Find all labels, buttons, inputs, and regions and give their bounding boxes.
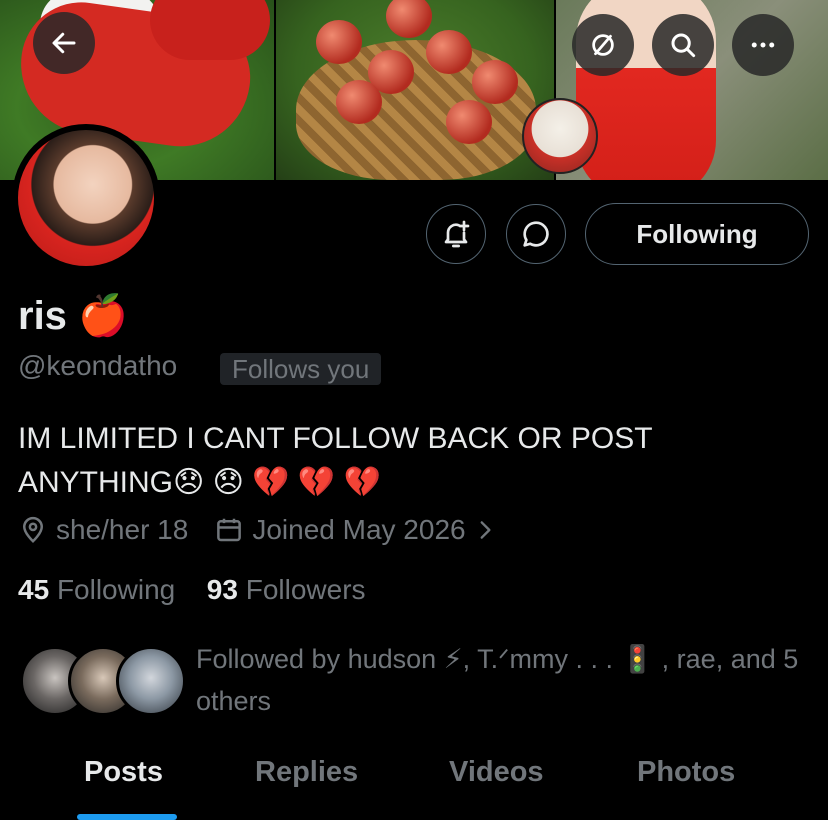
profile-tabs: Posts Replies Videos Photos (0, 740, 828, 820)
notify-button[interactable] (426, 204, 486, 264)
search-button[interactable] (652, 14, 714, 76)
banner-photo-apples (276, 0, 554, 180)
arrow-left-icon (52, 32, 76, 54)
avatar-image (18, 130, 154, 266)
more-horizontal-icon (751, 42, 775, 48)
chevron-right-icon[interactable] (472, 517, 498, 543)
banner-plush-sticker (522, 98, 598, 174)
display-name: ris 🍎 (18, 294, 128, 338)
hide-button[interactable] (572, 14, 634, 76)
following-button[interactable]: Following (585, 203, 809, 265)
search-icon (671, 33, 696, 58)
followed-by-text[interactable]: Followed by hudson ⚡, T.ᐟmmy . . . 🚦 , r… (196, 638, 816, 722)
username-handle: @keondatho (18, 350, 178, 381)
profile-bio: IM LIMITED I CANT FOLLOW BACK OR POST AN… (18, 422, 652, 499)
more-button[interactable] (732, 14, 794, 76)
tab-videos[interactable]: Videos (449, 756, 544, 789)
back-button[interactable] (33, 12, 95, 74)
message-button[interactable] (506, 204, 566, 264)
tab-posts[interactable]: Posts (84, 756, 163, 789)
message-bubble-icon (523, 221, 549, 247)
pronouns-text: she/her 18 (56, 514, 189, 545)
following-label: Following (56, 574, 176, 605)
tab-photos[interactable]: Photos (637, 756, 735, 789)
following-count-link[interactable]: 45 Following (18, 574, 175, 605)
followers-label: Followers (245, 574, 366, 605)
followers-count: 93 (206, 574, 238, 605)
following-count: 45 (18, 574, 50, 605)
joined-date[interactable]: Joined May 2026 (252, 514, 465, 546)
mutual-followers-avatars[interactable] (20, 646, 186, 716)
followers-count-link[interactable]: 93 Followers (207, 574, 366, 605)
location-pin-icon (22, 516, 44, 543)
follow-counts: 45 Following 93 Followers (18, 574, 366, 606)
follows-you-badge: Follows you (220, 353, 382, 385)
eye-slash-icon (592, 34, 614, 56)
avatar (116, 646, 186, 716)
calendar-icon (217, 518, 242, 542)
tab-replies[interactable]: Replies (255, 756, 358, 789)
profile-meta: she/her 18 Joined May 2026 (18, 514, 506, 546)
profile-avatar[interactable] (12, 124, 160, 272)
bell-plus-icon (444, 220, 470, 248)
active-tab-indicator (77, 814, 177, 820)
